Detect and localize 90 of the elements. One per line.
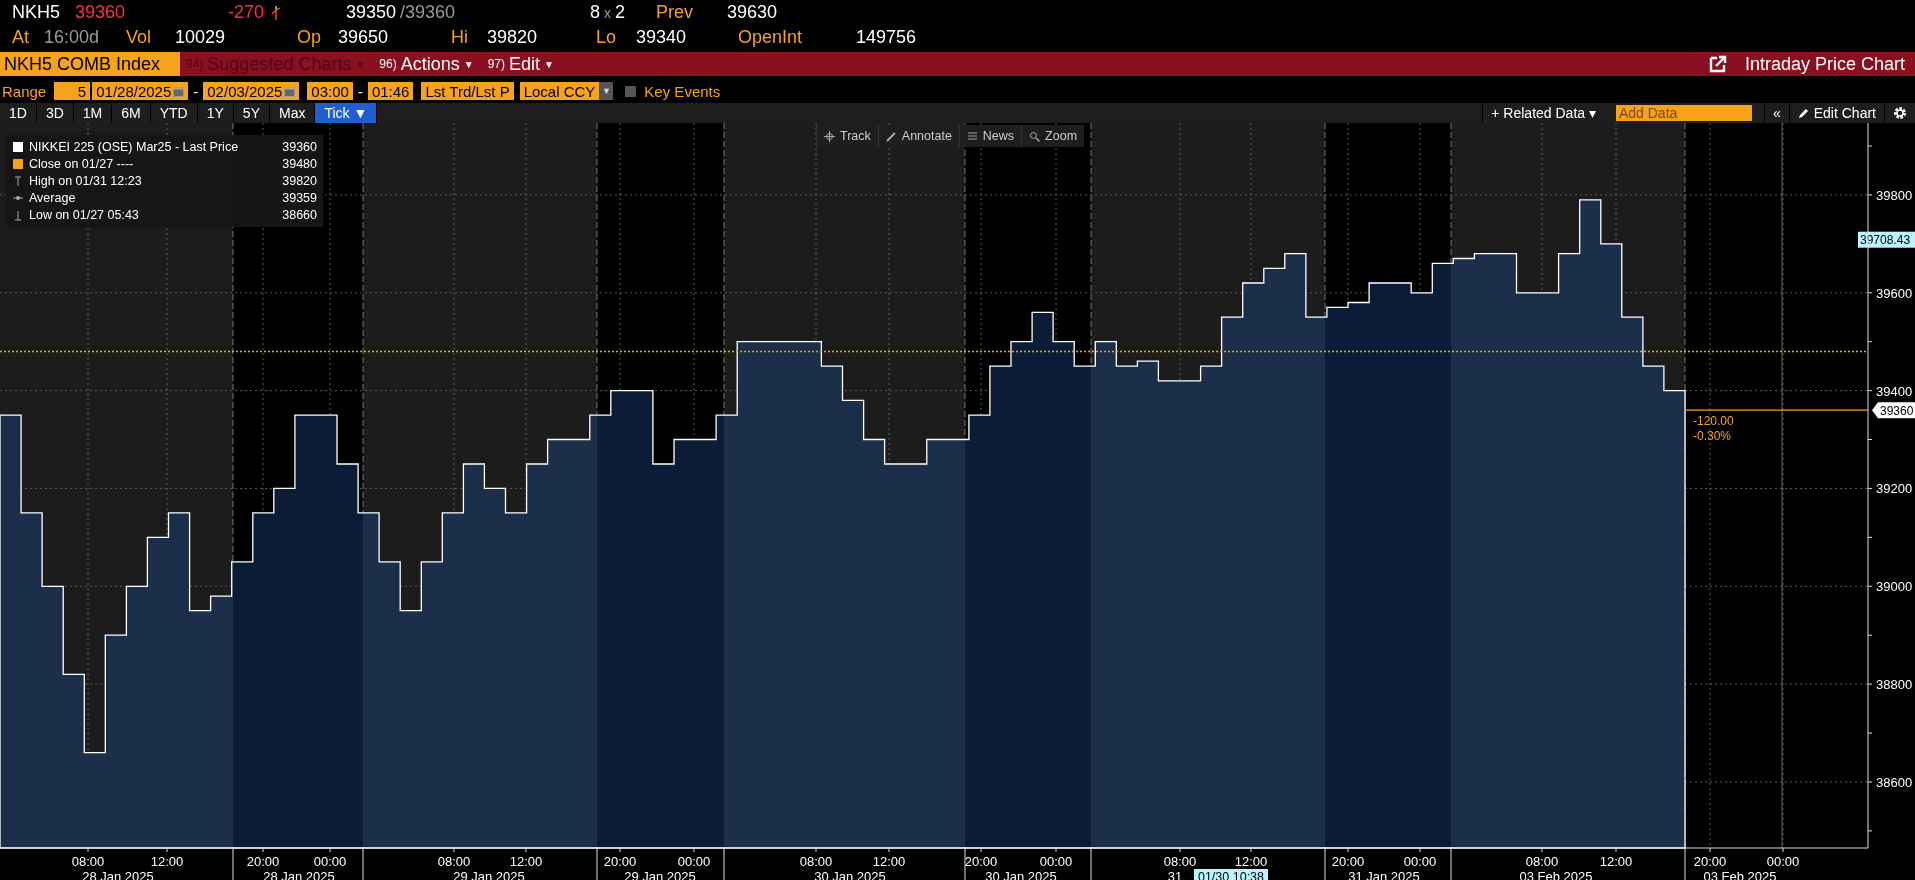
time-label: 20:00 [1331, 854, 1365, 869]
crosshair-icon [824, 130, 835, 142]
price-tag: 39708.43 [1858, 231, 1915, 248]
time-label: 08:00 [437, 854, 471, 869]
close-swatch-icon [12, 158, 24, 170]
end-date-field[interactable]: 02/03/2025 [203, 82, 300, 100]
last-price: 39360 [75, 2, 127, 23]
net-change: -270 [228, 2, 266, 23]
time-label: 20:00 [603, 854, 637, 869]
news-icon [966, 130, 978, 142]
bid-price: 39350 [346, 2, 398, 23]
field-label: Prev [656, 2, 694, 23]
pencil-icon [1797, 107, 1810, 119]
security-field[interactable]: NKH5 COMB Index [0, 52, 180, 76]
add-data-field[interactable]: Add Data [1615, 105, 1752, 121]
time-label: 00:00 [1766, 854, 1800, 869]
ticker: NKH5 [12, 2, 61, 23]
high-marker-icon [12, 175, 24, 187]
last-price-tag: 39360 [1872, 402, 1915, 419]
field-value: 39340 [636, 27, 688, 48]
time-label: 12:00 [150, 854, 184, 869]
y-axis-label: 38600 [1876, 774, 1913, 790]
field-label: OpenInt [738, 27, 804, 48]
key-events-checkbox[interactable] [625, 85, 637, 97]
legend-label: High on 01/31 12:23 [29, 174, 142, 188]
range-dash: - [356, 82, 364, 100]
legend-value: 39480 [282, 157, 317, 171]
field-value: 39650 [338, 27, 390, 48]
low-marker-icon [12, 209, 24, 221]
legend-label: Average [29, 191, 76, 205]
time-label: 00:00 [677, 854, 711, 869]
field-value: 149756 [856, 27, 918, 48]
y-axis-label: 39400 [1876, 383, 1913, 399]
legend-value: 38660 [282, 208, 317, 222]
time-label: 00:00 [1039, 854, 1073, 869]
time-label: 00:00 [1403, 854, 1437, 869]
window-title: Intraday Price Chart [1744, 53, 1905, 75]
end-time-field[interactable]: 01:46 [367, 82, 414, 100]
time-label: 20:00 [964, 854, 998, 869]
bid-ask-size: 8 x 2 [590, 2, 627, 23]
field-value: 39630 [727, 2, 779, 23]
field-value: 39820 [487, 27, 539, 48]
percent-change-label: -0.30% [1693, 429, 1732, 444]
field-label: Op [297, 27, 322, 48]
legend-label: Low on 01/27 05:43 [29, 208, 139, 222]
time-label: 00:00 [313, 854, 347, 869]
calendar-icon[interactable] [284, 85, 296, 97]
gear-icon [1893, 106, 1907, 120]
key-events-label: Key Events [644, 82, 721, 100]
time-label: 20:00 [246, 854, 280, 869]
pricing-field[interactable]: Lst Trd/Lst P [421, 82, 514, 100]
time-label: 12:00 [1599, 854, 1633, 869]
start-date-field[interactable]: 01/28/2025 [92, 82, 189, 100]
y-axis-label: 39800 [1876, 187, 1913, 203]
time-label: 08:00 [1525, 854, 1559, 869]
field-label: Lo [596, 27, 618, 48]
time-label: 12:00 [509, 854, 543, 869]
y-axis-label: 38800 [1876, 677, 1913, 693]
legend-value: 39359 [282, 191, 317, 205]
period-tab[interactable]: Tick ▼ [315, 103, 378, 123]
currency-dropdown[interactable]: Local CCY ▼ [519, 82, 614, 100]
field-value: 16:00d [44, 27, 101, 48]
search-icon [1029, 130, 1041, 142]
time-label: 12:00 [1234, 854, 1268, 869]
series-swatch-icon [12, 141, 24, 153]
field-label: Hi [451, 27, 469, 48]
time-label: 08:00 [799, 854, 833, 869]
days-field[interactable]: 5 [54, 82, 91, 100]
y-axis-label: 39200 [1876, 481, 1913, 497]
change-label: -120.00 [1693, 414, 1734, 429]
y-axis-label: 39600 [1876, 285, 1913, 301]
ask-price: /39360 [400, 2, 457, 23]
time-label: 08:00 [71, 854, 105, 869]
pencil-icon [885, 130, 897, 142]
field-label: At [12, 27, 30, 48]
range-dash: - [192, 82, 200, 100]
legend-label: NIKKEI 225 (OSE) Mar25 - Last Price [29, 140, 239, 154]
y-axis-label: 39000 [1876, 579, 1913, 595]
time-label: 12:00 [872, 854, 906, 869]
start-time-field[interactable]: 03:00 [307, 82, 353, 100]
legend-value: 39820 [282, 174, 317, 188]
field-label: Vol [126, 27, 153, 48]
time-label: 20:00 [1693, 854, 1727, 869]
tick-direction-icon [269, 3, 283, 22]
calendar-icon[interactable] [173, 85, 185, 97]
legend-value: 39360 [282, 140, 317, 154]
time-label: 08:00 [1163, 854, 1197, 869]
range-label: Range [1, 82, 48, 100]
legend-label: Close on 01/27 ---- [29, 157, 134, 171]
field-value: 10029 [175, 27, 227, 48]
